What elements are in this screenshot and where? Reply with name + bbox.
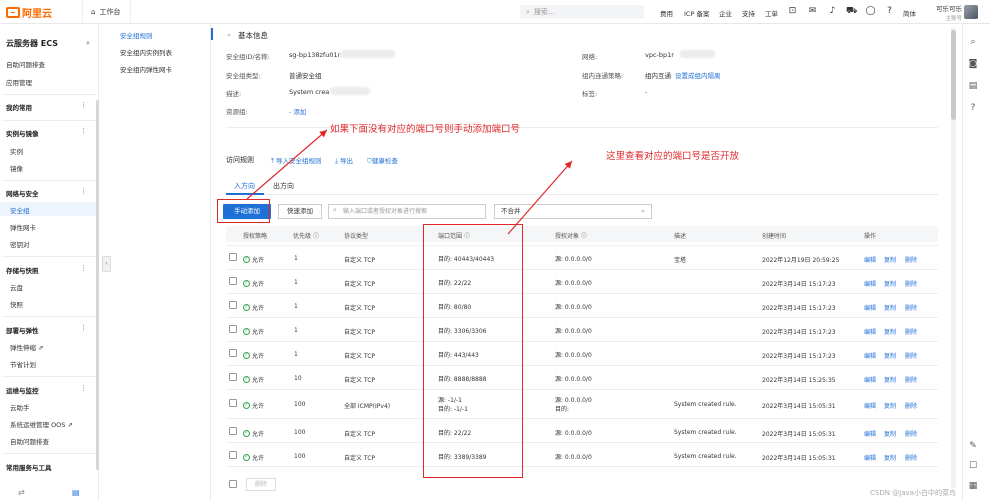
edit-icon[interactable]: ✎ (967, 440, 979, 452)
arrow-to-add-note (246, 129, 328, 200)
help-icon[interactable]: ? (967, 102, 979, 114)
headset-icon[interactable]: ◙ (967, 58, 979, 70)
annotation-arrows (246, 129, 573, 235)
arrow-to-port-note (507, 160, 573, 235)
right-tool-bar (962, 24, 990, 500)
watermark: CSDN @Java小白中的菜鸟 (870, 489, 956, 497)
search-icon[interactable]: ⌕ (967, 36, 979, 48)
content-scroll-thumb[interactable] (951, 30, 956, 120)
chat-icon[interactable]: ☐ (967, 460, 979, 472)
document-icon[interactable]: ▤ (967, 80, 979, 92)
grid-icon[interactable]: ▦ (967, 480, 979, 492)
